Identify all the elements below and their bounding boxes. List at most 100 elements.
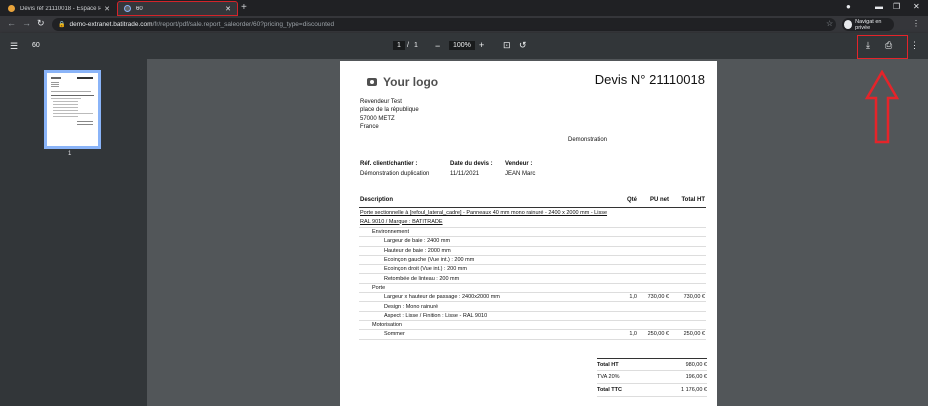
line-description: Sommer: [359, 329, 618, 340]
line-description: Design : Mono rainuré: [359, 301, 618, 312]
table-header-row: Description Qté PU net Total HT: [359, 196, 706, 208]
totals-row: Total HT 980,00 €: [597, 358, 707, 371]
line-qty: [618, 227, 638, 238]
bookmark-star-icon[interactable]: ☆: [826, 19, 833, 28]
incognito-icon: [844, 20, 853, 29]
totals-block: Total HT 980,00 € TVA 20% 196,00 € Total TTC…: [597, 358, 707, 397]
extension-icon[interactable]: ●: [846, 2, 851, 11]
line-unit-price: [638, 283, 670, 294]
globe-icon: [124, 5, 131, 12]
lock-icon[interactable]: 🔒: [58, 21, 65, 28]
address-line: Revendeur Test: [360, 99, 402, 105]
line-qty: [618, 264, 638, 275]
table-row: Retombée de linteau : 200 mm: [359, 273, 706, 284]
line-unit-price: [638, 273, 670, 284]
line-qty: [618, 246, 638, 256]
zoom-out-icon[interactable]: −: [435, 41, 440, 51]
pdf-more-icon[interactable]: ⋮: [910, 40, 919, 51]
date-value: 11/11/2021: [450, 171, 480, 177]
line-qty: [618, 273, 638, 284]
line-description: Environnement: [359, 227, 618, 238]
address-line: 57000 METZ: [360, 115, 395, 122]
forward-icon[interactable]: →: [22, 18, 31, 28]
line-unit-price: [638, 236, 670, 247]
pdf-menu-icon[interactable]: ☰: [10, 41, 18, 52]
incognito-label: Navigat en privée: [855, 18, 882, 31]
line-qty: [618, 236, 638, 247]
line-unit-price: [638, 311, 670, 321]
close-window-icon[interactable]: ✕: [913, 2, 920, 11]
zoom-in-icon[interactable]: +: [479, 40, 484, 50]
restore-icon[interactable]: ❐: [893, 2, 900, 11]
camera-icon: [367, 78, 377, 86]
site-favicon-icon: [8, 5, 15, 12]
seller-address: Revendeur Test place de la république 57…: [360, 98, 419, 131]
line-qty: [618, 255, 638, 266]
line-total: [670, 227, 706, 238]
reload-icon[interactable]: ↻: [37, 18, 45, 29]
line-unit-price: [638, 207, 670, 228]
line-unit-price: 250,00 €: [638, 329, 670, 340]
browser-toolbar: ← → ↻ 🔒 demo-extranet.batitrade.com/fr/r…: [0, 16, 928, 33]
line-total: 250,00 €: [670, 329, 706, 340]
table-row: Ecoinçon droit (Vue int.) : 200 mm: [359, 264, 706, 275]
page-thumbnail[interactable]: [44, 70, 101, 149]
totals-row: Total TTC 1 176,00 €: [597, 384, 707, 397]
tab-title: 60: [136, 5, 143, 12]
document-logo: Your logo: [367, 75, 438, 89]
table-row: Design : Mono rainuré: [359, 301, 706, 312]
table-row: Motorisation: [359, 320, 706, 331]
table-row: Porte sectionnelle à [refoul_lateral_cad…: [359, 207, 706, 228]
address-line: France: [360, 123, 379, 130]
line-unit-price: 730,00 €: [638, 292, 670, 303]
minimize-icon[interactable]: ▬: [875, 2, 883, 11]
tab-close-icon[interactable]: ✕: [104, 5, 110, 13]
totals-row: TVA 20% 196,00 €: [597, 371, 707, 384]
totals-value: 196,00 €: [685, 374, 707, 380]
url-text: demo-extranet.batitrade.com/fr/report/pd…: [69, 21, 335, 28]
zoom-input[interactable]: 100%: [449, 41, 475, 50]
line-unit-price: [638, 246, 670, 256]
customer-name: Demonstration: [568, 137, 608, 143]
rotate-icon[interactable]: ↺: [519, 40, 527, 51]
line-description: Hauteur de baie : 2000 mm: [359, 246, 618, 256]
line-unit-price: [638, 320, 670, 331]
page-total: 1: [414, 42, 418, 49]
line-description: Largeur de baie : 2400 mm: [359, 236, 618, 247]
vendor-label: Vendeur :: [505, 161, 533, 167]
ref-label: Réf. client/chantier :: [360, 161, 418, 167]
back-icon[interactable]: ←: [7, 18, 16, 28]
date-label: Date du devis :: [450, 161, 493, 167]
meta-reference: Réf. client/chantier : Démonstration dup…: [360, 159, 429, 179]
line-description: Aspect : Lisse / Finition : Lisse - RAL …: [359, 311, 618, 321]
fit-page-icon[interactable]: ⊡: [503, 40, 511, 51]
tab-pdf[interactable]: 60 ✕: [117, 1, 238, 16]
line-total: [670, 255, 706, 266]
thumbnail-preview: [51, 77, 94, 125]
page-number-input[interactable]: 1: [393, 41, 405, 50]
address-bar[interactable]: 🔒 demo-extranet.batitrade.com/fr/report/…: [52, 18, 836, 31]
table-row: Sommer 1,0 250,00 €250,00 €: [359, 329, 706, 340]
pdf-doc-title: 60: [32, 42, 40, 49]
browser-menu-icon[interactable]: ⋮: [912, 19, 920, 28]
pdf-page: Your logo Devis N° 21110018 Revendeur Te…: [340, 61, 717, 406]
quote-lines-table: Description Qté PU net Total HT Porte se…: [359, 196, 706, 340]
line-total: [670, 264, 706, 275]
line-unit-price: [638, 264, 670, 275]
annotation-arrow-icon: [865, 70, 899, 144]
pdf-toolbar: ☰ 60 1 / 1 − 100% + ⊡ ↺ ⤓ ⎙ ⋮: [0, 33, 928, 59]
col-total: Total HT: [670, 196, 706, 208]
logo-text: Your logo: [383, 75, 439, 89]
totals-label: Total TTC: [597, 387, 622, 393]
line-qty: 1,0: [618, 329, 638, 340]
ref-value: Démonstration duplication: [360, 171, 430, 177]
tab-close-icon[interactable]: ✕: [225, 5, 231, 13]
table-row: Ecoinçon gauche (Vue int.) : 200 mm: [359, 255, 706, 266]
tab-devis[interactable]: Devis réf 21110018 - Espace Pro ✕: [2, 1, 116, 16]
line-total: [670, 311, 706, 321]
incognito-indicator[interactable]: Navigat en privée: [842, 18, 894, 31]
totals-value: 1 176,00 €: [681, 387, 707, 393]
new-tab-icon[interactable]: +: [241, 2, 247, 13]
annotation-highlight-box: [857, 35, 908, 59]
line-qty: [618, 320, 638, 331]
